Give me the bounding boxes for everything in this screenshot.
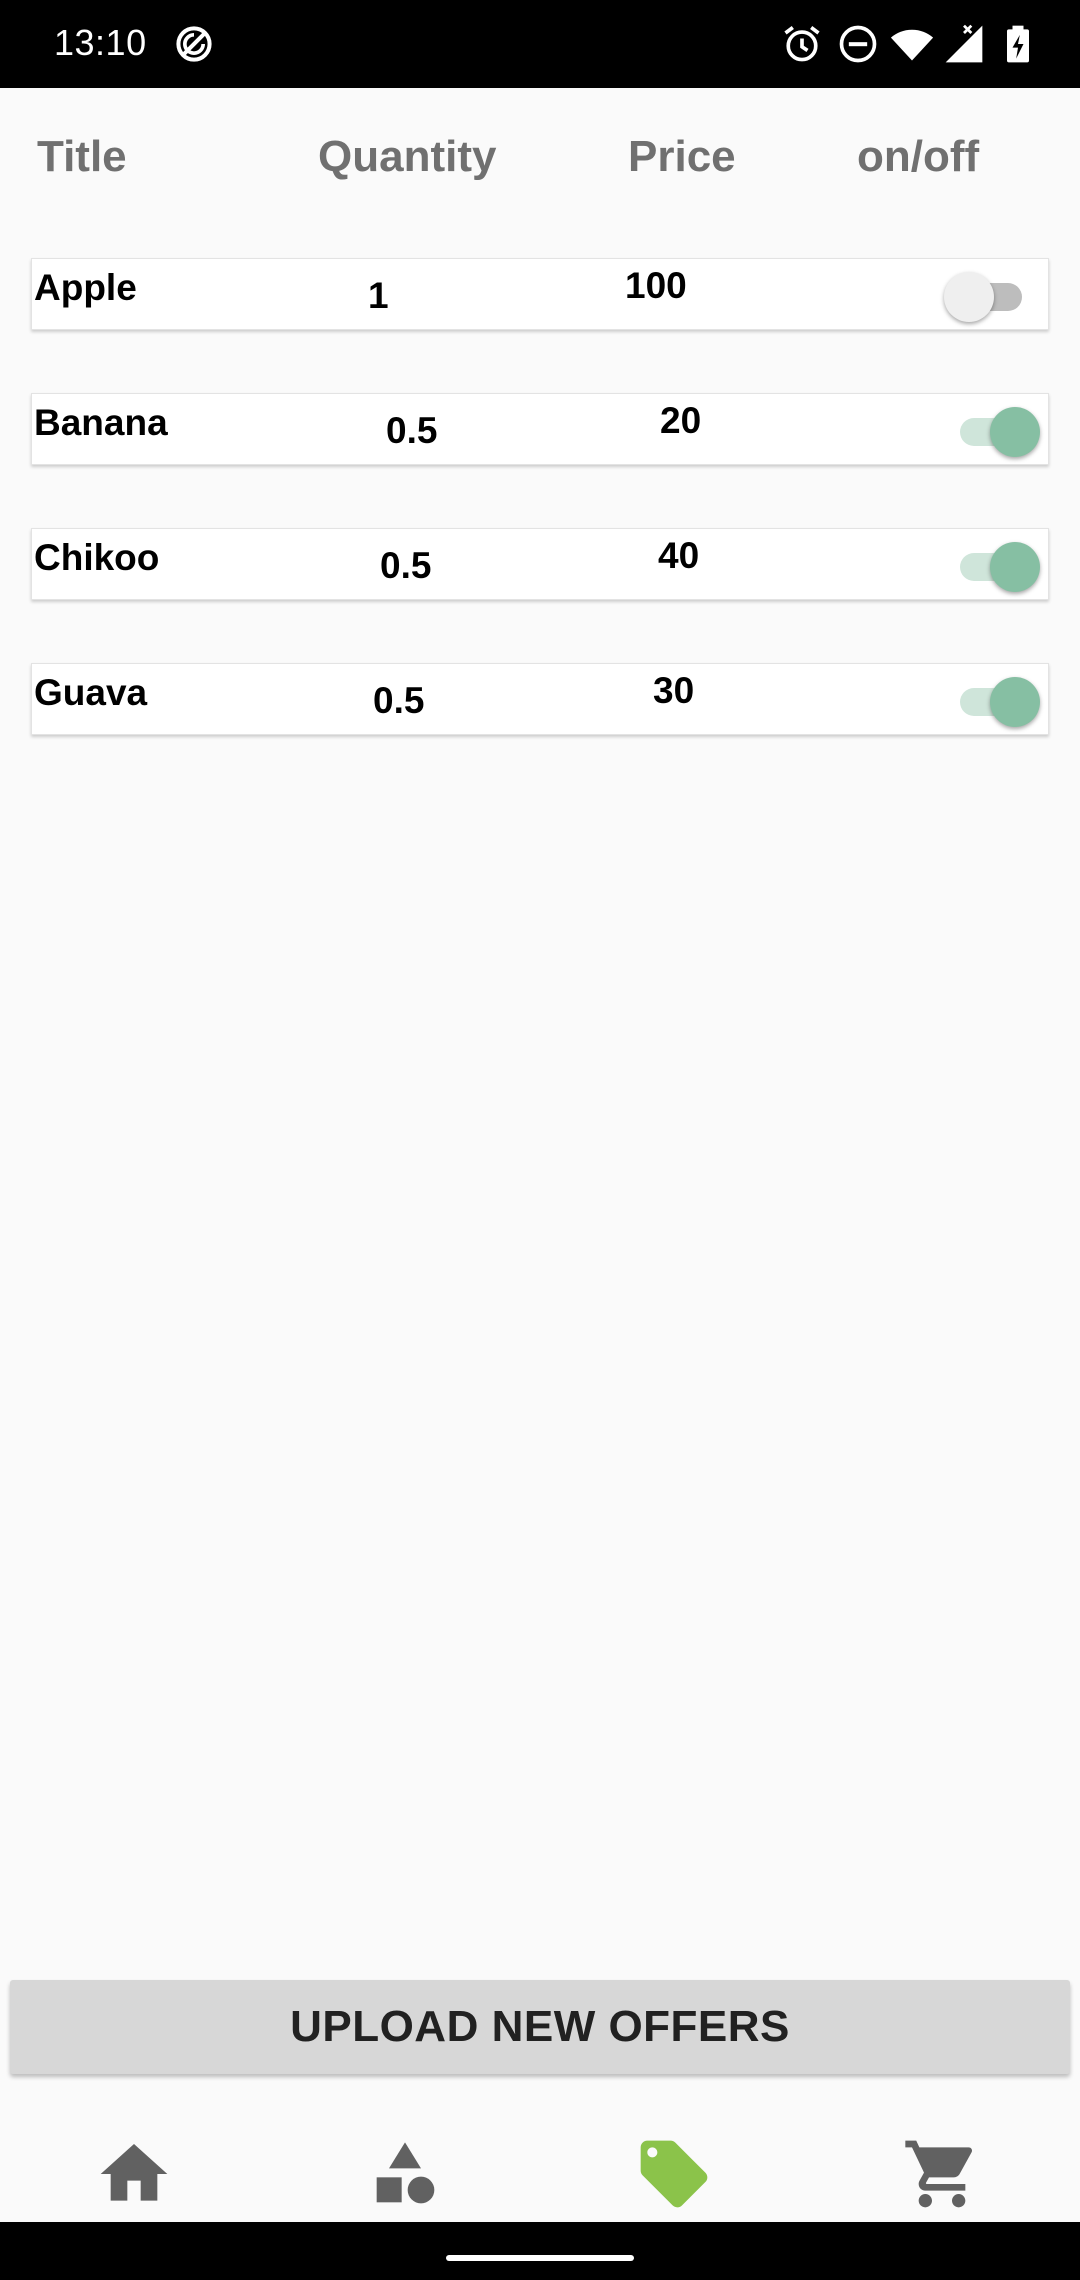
offer-price: 40	[658, 535, 700, 576]
nav-categories[interactable]	[365, 2134, 445, 2214]
offer-price: 30	[653, 670, 695, 711]
header-price: Price	[628, 132, 736, 181]
offer-price: 20	[660, 400, 702, 441]
offer-row-apple: Apple 1 100	[31, 258, 1049, 330]
offer-quantity: 1	[368, 275, 389, 316]
nav-home[interactable]	[94, 2134, 174, 2214]
categories-icon	[365, 2142, 445, 2218]
home-gesture-handle[interactable]	[446, 2255, 634, 2261]
upload-new-offers-button[interactable]: UPLOAD NEW OFFERS	[10, 1980, 1070, 2074]
offer-row-chikoo: Chikoo 0.5 40	[31, 528, 1049, 600]
header-title: Title	[37, 132, 127, 181]
offer-toggle-switch[interactable]	[944, 668, 1040, 730]
offer-row-banana: Banana 0.5 20	[31, 393, 1049, 465]
offer-price: 100	[625, 265, 687, 306]
offers-tag-icon	[634, 2140, 714, 2218]
wifi-icon	[890, 22, 934, 66]
offer-quantity: 0.5	[373, 680, 425, 721]
sync-disabled-icon	[172, 22, 216, 66]
offer-title: Banana	[34, 402, 168, 443]
home-icon	[94, 2144, 174, 2218]
offer-row-guava: Guava 0.5 30	[31, 663, 1049, 735]
switch-thumb	[990, 407, 1040, 457]
battery-charging-icon	[996, 22, 1040, 66]
system-navigation-bar	[0, 2222, 1080, 2280]
offer-quantity: 0.5	[380, 545, 432, 586]
header-quantity: Quantity	[318, 132, 497, 181]
status-bar: 13:10	[0, 0, 1080, 88]
status-time: 13:10	[54, 22, 147, 63]
switch-thumb	[990, 542, 1040, 592]
cart-icon	[902, 2140, 982, 2218]
offer-toggle-switch[interactable]	[944, 533, 1040, 595]
alarm-icon	[780, 22, 824, 66]
nav-offers[interactable]	[634, 2134, 714, 2214]
offer-title: Apple	[34, 267, 137, 308]
offer-quantity: 0.5	[386, 410, 438, 451]
offer-toggle-switch[interactable]	[944, 398, 1040, 460]
offer-toggle-switch[interactable]	[944, 263, 1040, 325]
header-on-off: on/off	[857, 132, 980, 181]
switch-thumb	[990, 677, 1040, 727]
offer-title: Chikoo	[34, 537, 160, 578]
offer-title: Guava	[34, 672, 148, 713]
nav-cart[interactable]	[902, 2134, 982, 2214]
switch-thumb	[944, 272, 994, 322]
do-not-disturb-icon	[836, 22, 880, 66]
cellular-no-signal-icon	[942, 22, 986, 66]
